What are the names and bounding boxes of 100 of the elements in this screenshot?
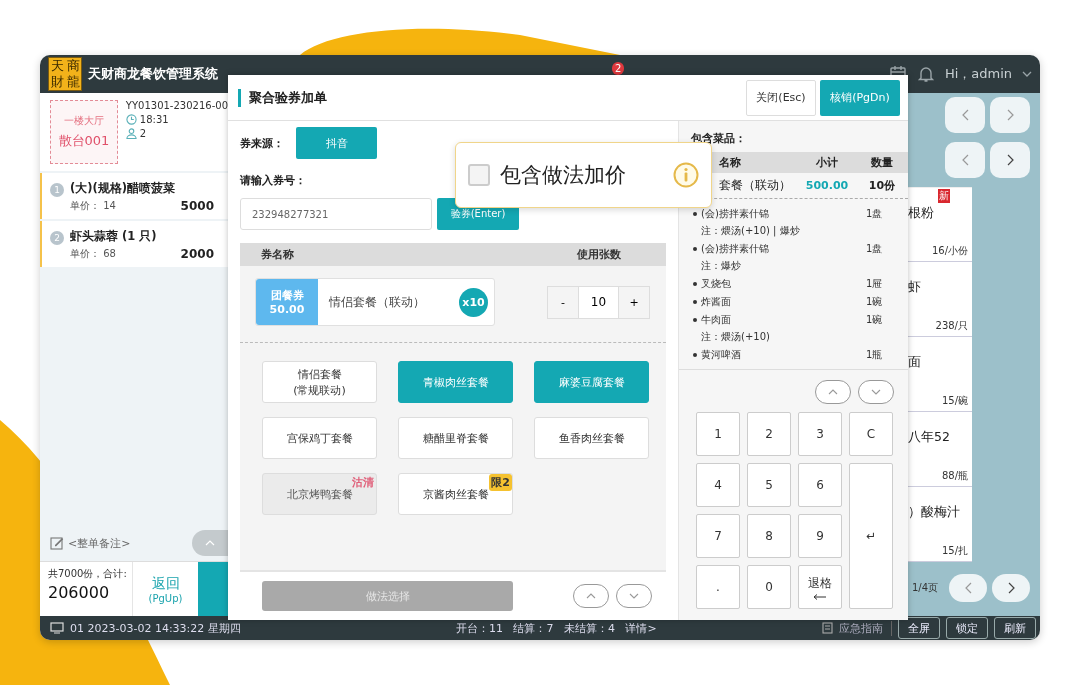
app-title: 天财商龙餐饮管理系统	[88, 65, 218, 83]
order-remark-link[interactable]: <整单备注>	[68, 535, 131, 551]
chevron-down-icon[interactable]	[1022, 70, 1032, 78]
column-header: 名称	[718, 155, 742, 170]
item-quantity: 2000	[180, 247, 214, 261]
edit-icon[interactable]	[50, 536, 64, 550]
info-icon[interactable]	[673, 162, 699, 188]
previous-button[interactable]	[945, 97, 985, 133]
dish-card[interactable]: ）酸梅汁 15/扎	[908, 487, 972, 562]
scroll-up-button[interactable]	[192, 530, 228, 556]
count-badge: 2	[612, 62, 625, 75]
dish-quantity: 1碗	[865, 295, 884, 309]
next-button[interactable]	[990, 142, 1030, 178]
dish-card[interactable]: 新 根粉 16/小份	[908, 187, 972, 262]
order-number: YY01301-230216-00	[125, 100, 228, 111]
package-button[interactable]: 鱼香肉丝套餐	[534, 417, 649, 459]
dish-name: 牛肉面	[701, 313, 731, 327]
table-stats[interactable]: 开台：11 结算：7 未结算：4 详情>	[456, 620, 657, 636]
dish-card[interactable]: 八年52 88/瓶	[908, 412, 972, 487]
logo: 天 商 財 龍	[48, 57, 82, 91]
order-item[interactable]: 1 (大)(规格)醋喷菠菜 单价： 14 5000	[40, 173, 228, 219]
package-button[interactable]: 糖醋里脊套餐	[398, 417, 513, 459]
keypad-key[interactable]: 7	[696, 514, 740, 558]
dish-price: 238/只	[934, 319, 968, 333]
status-tag: 限2	[489, 474, 512, 491]
dish-note: 注：煨汤(+10) | 爆炒	[700, 224, 800, 238]
dish-card[interactable]: 面 15/碗	[908, 337, 972, 412]
column-header: 小计	[815, 155, 839, 170]
package-button[interactable]: 京酱肉丝套餐 限2	[398, 473, 513, 515]
dish-card[interactable]: 虾 238/只	[908, 262, 972, 337]
package-button[interactable]: 宫保鸡丁套餐	[262, 417, 377, 459]
coupon-code-field[interactable]: 232948277321	[240, 198, 432, 230]
keypad-key[interactable]: 2	[747, 412, 791, 456]
status-button[interactable]: 刷新	[994, 617, 1036, 639]
monitor-icon	[50, 622, 64, 634]
order-item[interactable]: 2 虾头蒜蓉 (1 只) 单价： 68 2000	[40, 221, 228, 267]
area-label: 一楼大厅	[63, 114, 104, 128]
coupon-card[interactable]: 团餐券 50.00 情侣套餐（联动） x10	[255, 278, 495, 326]
next-button[interactable]	[992, 574, 1030, 602]
keypad-key[interactable]: 1	[696, 412, 740, 456]
person-icon	[125, 128, 137, 139]
dish-quantity: 1盘	[865, 207, 884, 221]
previous-button[interactable]	[949, 574, 987, 602]
dish-name: 虾	[908, 279, 922, 296]
bell-icon[interactable]	[916, 65, 935, 83]
keypad-key[interactable]: 0	[747, 565, 791, 609]
keypad-key[interactable]: 6	[798, 463, 842, 507]
bullet-icon	[693, 247, 697, 251]
dish-name: (会)捞拌素什锦	[701, 207, 769, 221]
dish-note: 注：煨汤(+10)	[700, 330, 770, 344]
bullet-icon	[693, 300, 697, 304]
scroll-up-button[interactable]	[573, 584, 609, 608]
item-name: (大)(规格)醋喷菠菜	[70, 181, 177, 196]
checkbox[interactable]	[468, 164, 490, 186]
dish-name: (会)捞拌素什锦	[701, 242, 769, 256]
scroll-up-button[interactable]	[815, 380, 851, 404]
dish-name: 叉烧包	[701, 277, 731, 291]
increment-button[interactable]: +	[619, 286, 649, 318]
item-number: 1	[50, 183, 64, 197]
keypad-key[interactable]: 5	[747, 463, 791, 507]
keypad-key[interactable]: 4	[696, 463, 740, 507]
package-button[interactable]: 情侣套餐 (常规联动)	[262, 361, 377, 403]
keypad-key[interactable]: 9	[798, 514, 842, 558]
dish-price: 16/小份	[930, 244, 968, 258]
total-label: 共7000份，合计:	[48, 567, 128, 581]
next-button[interactable]	[990, 97, 1030, 133]
item-name: 虾头蒜蓉 (1 只)	[70, 229, 158, 244]
dish-name: 面	[908, 354, 922, 371]
chevron-left-icon	[964, 582, 972, 594]
keypad-key[interactable]: .	[696, 565, 740, 609]
status-button[interactable]: 锁定	[946, 617, 988, 639]
checkbox-label: 包含做法加价	[500, 162, 626, 189]
item-price: 单价： 68	[70, 247, 116, 261]
keypad-key[interactable]: C	[849, 412, 893, 456]
chevron-right-icon	[1007, 582, 1015, 594]
dish-quantity: 1盘	[865, 242, 884, 256]
keypad-key[interactable]: 8	[747, 514, 791, 558]
column-header: 数量	[870, 155, 894, 170]
scroll-down-button[interactable]	[858, 380, 894, 404]
dish-quantity: 1瓶	[865, 348, 884, 362]
document-icon	[822, 622, 833, 634]
keypad-key[interactable]: 3	[798, 412, 842, 456]
field-label: 券来源：	[240, 135, 284, 151]
page-indicator: 1/4页	[912, 581, 939, 595]
action-button[interactable]	[198, 562, 228, 616]
item-quantity: 5000	[180, 199, 214, 213]
bullet-icon	[693, 212, 697, 216]
dish-note: 注：爆炒	[700, 259, 741, 273]
enter-key[interactable]: ↵	[849, 463, 893, 609]
user-menu[interactable]: Hi，admin	[944, 65, 1012, 83]
dish-price: 15/扎	[940, 544, 968, 558]
dish-price: 88/瓶	[940, 469, 968, 483]
decrement-button[interactable]: -	[548, 286, 578, 318]
chevron-up-icon	[586, 593, 596, 599]
table-card[interactable]: 一楼大厅 散台001	[50, 100, 118, 164]
scroll-down-button[interactable]	[616, 584, 652, 608]
backspace-key[interactable]: 退格	[798, 565, 842, 609]
close-button[interactable]: 关闭(Esc)	[746, 79, 816, 116]
table-name: 散台001	[58, 132, 110, 150]
previous-button[interactable]	[945, 142, 985, 178]
